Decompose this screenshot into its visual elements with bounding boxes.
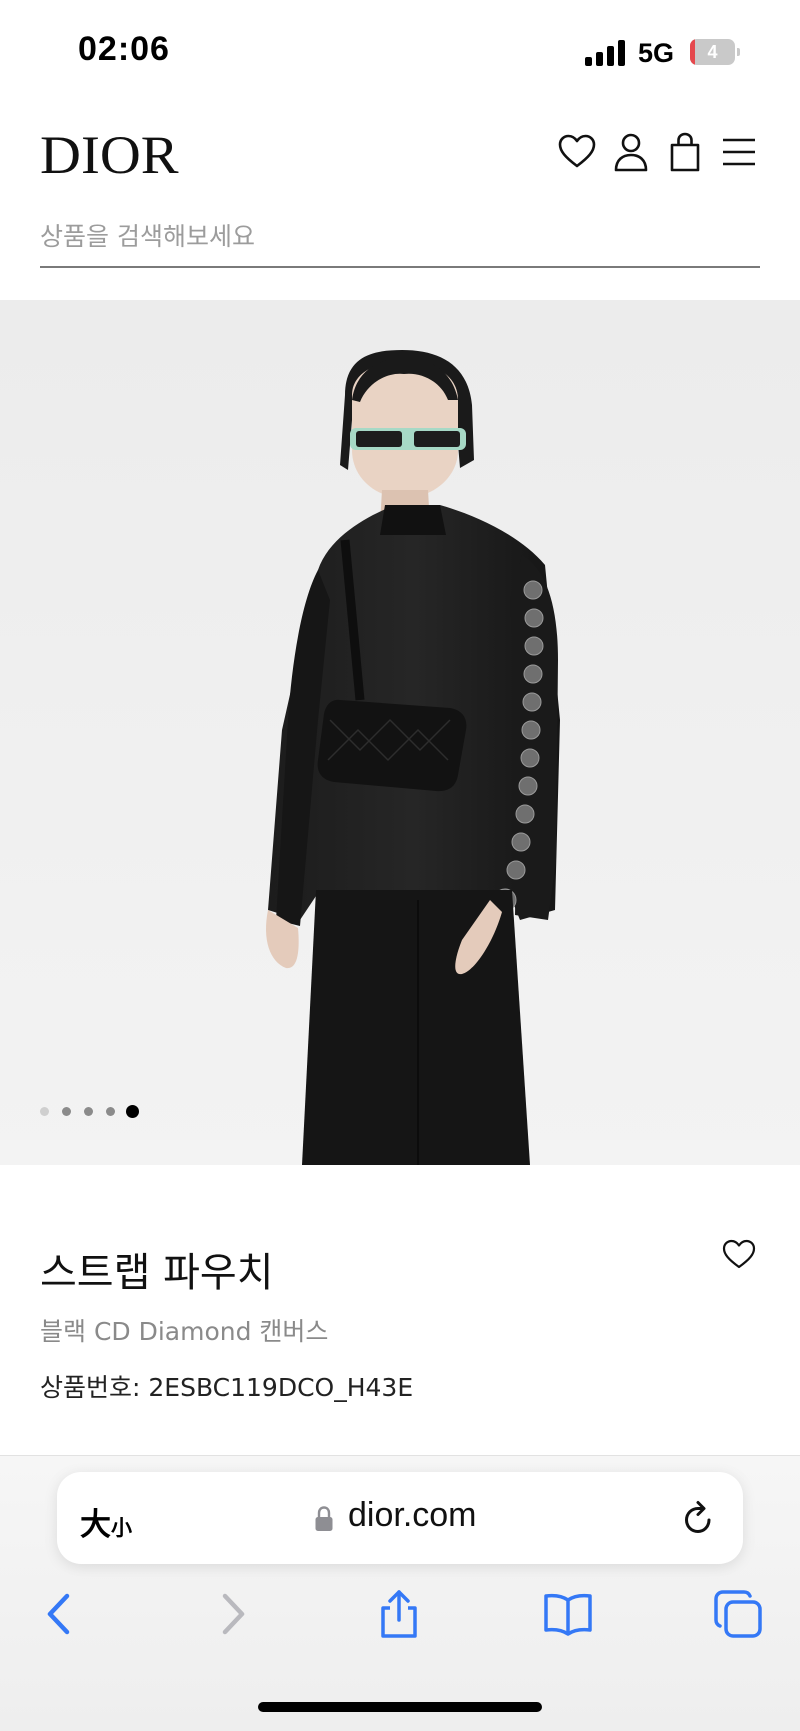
product-image[interactable] xyxy=(0,300,800,1165)
heart-icon[interactable] xyxy=(555,130,599,174)
bookmarks-icon[interactable] xyxy=(542,1588,594,1640)
wishlist-heart-icon[interactable] xyxy=(720,1236,758,1272)
bag-icon[interactable] xyxy=(663,130,707,174)
battery-level: 4 xyxy=(707,42,718,62)
search-input[interactable] xyxy=(40,216,760,256)
home-indicator[interactable] xyxy=(258,1702,542,1712)
forward-icon[interactable] xyxy=(206,1588,258,1640)
user-icon[interactable] xyxy=(609,130,653,174)
dior-logo[interactable]: DIOR xyxy=(40,124,179,186)
model-photo xyxy=(0,300,800,1165)
product-material: 블랙 CD Diamond 캔버스 xyxy=(40,1317,329,1346)
text-size-button[interactable]: 大小 xyxy=(80,1499,132,1543)
carousel-dot-active[interactable] xyxy=(126,1105,139,1118)
product-title: 스트랩 파우치 xyxy=(40,1250,274,1296)
carousel-dot[interactable] xyxy=(106,1107,115,1116)
product-code: 상품번호: 2ESBC119DCO_H43E xyxy=(40,1373,414,1402)
tabs-icon[interactable] xyxy=(712,1588,764,1640)
header-actions xyxy=(555,130,765,180)
text-size-big: 大 xyxy=(80,1507,111,1543)
share-icon[interactable] xyxy=(373,1588,425,1640)
url-text[interactable]: dior.com xyxy=(348,1496,477,1535)
text-size-small: 小 xyxy=(111,1516,132,1540)
carousel-dot[interactable] xyxy=(84,1107,93,1116)
search-bar xyxy=(40,210,760,268)
reload-icon[interactable] xyxy=(678,1498,718,1538)
signal-icon xyxy=(585,40,627,66)
back-icon[interactable] xyxy=(34,1588,86,1640)
lock-icon xyxy=(314,1505,334,1533)
network-type: 5G xyxy=(638,38,675,68)
status-bar: 02:06 5G 4 xyxy=(0,0,800,100)
carousel-dot[interactable] xyxy=(40,1107,49,1116)
carousel-dot[interactable] xyxy=(62,1107,71,1116)
battery-icon: 4 xyxy=(690,39,740,65)
status-time: 02:06 xyxy=(78,30,170,68)
page: 02:06 5G 4 DIOR 상품을 검색해보세요 스트랩 파우치 블랙 CD… xyxy=(0,0,800,1731)
menu-icon[interactable] xyxy=(717,130,761,174)
